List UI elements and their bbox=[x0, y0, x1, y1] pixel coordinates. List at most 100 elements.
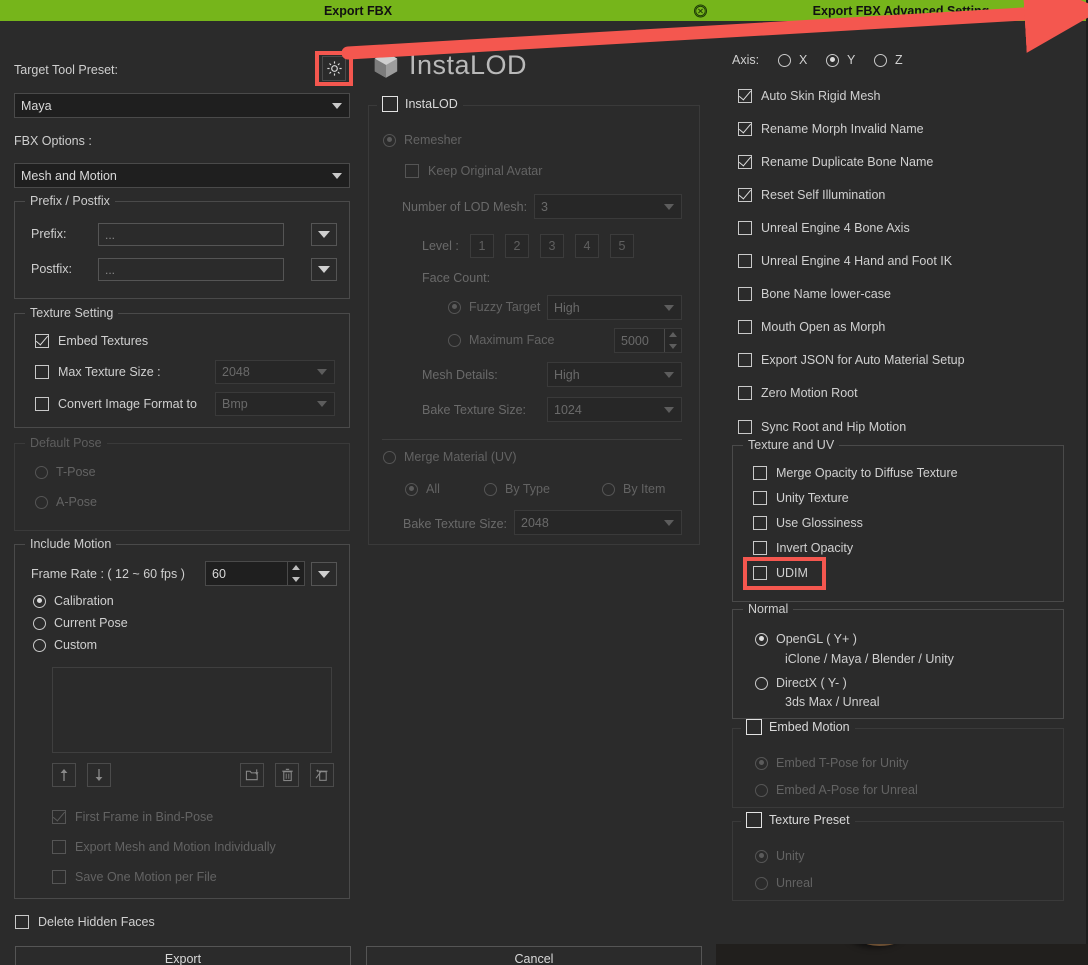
stepper-up[interactable] bbox=[288, 562, 304, 574]
prefix-dropdown-button[interactable] bbox=[311, 223, 337, 246]
postfix-input[interactable]: ... bbox=[98, 258, 284, 281]
texture-preset-checkbox[interactable] bbox=[746, 812, 762, 828]
lod-level-2-button[interactable]: 2 bbox=[505, 234, 529, 258]
maximum-face-input[interactable]: 5000 bbox=[614, 328, 682, 353]
convert-image-format-select[interactable]: Bmp bbox=[215, 392, 335, 416]
convert-image-format-value: Bmp bbox=[222, 397, 248, 411]
postfix-dropdown-button[interactable] bbox=[311, 258, 337, 281]
fbx-options-select[interactable]: Mesh and Motion bbox=[14, 163, 350, 188]
current-pose-radio[interactable]: Current Pose bbox=[33, 616, 128, 630]
reset-self-illumination-label: Reset Self Illumination bbox=[761, 188, 886, 202]
rename-morph-invalid-name-checkbox[interactable]: Rename Morph Invalid Name bbox=[738, 122, 924, 136]
prefix-input[interactable]: ... bbox=[98, 223, 284, 246]
max-texture-size-checkbox[interactable]: Max Texture Size : bbox=[35, 365, 161, 379]
lod-level-1-button[interactable]: 1 bbox=[470, 234, 494, 258]
stepper-down[interactable] bbox=[665, 341, 681, 353]
lod-level-5-button[interactable]: 5 bbox=[610, 234, 634, 258]
embed-textures-checkbox[interactable]: Embed Textures bbox=[35, 334, 148, 348]
motion-list[interactable] bbox=[52, 667, 332, 753]
axis-y-radio[interactable]: Y bbox=[826, 53, 855, 67]
frame-rate-input[interactable]: 60 bbox=[205, 561, 305, 586]
a-pose-radio[interactable]: A-Pose bbox=[35, 495, 97, 509]
merge-by-item-radio[interactable]: By Item bbox=[602, 482, 665, 496]
reset-self-illumination-checkbox[interactable]: Reset Self Illumination bbox=[738, 188, 885, 202]
radio-dot bbox=[383, 450, 396, 464]
keep-original-avatar-checkbox[interactable]: Keep Original Avatar bbox=[405, 164, 542, 178]
mesh-details-select[interactable]: High bbox=[547, 362, 682, 387]
merge-all-radio[interactable]: All bbox=[405, 482, 440, 496]
texture-preset-unreal-radio[interactable]: Unreal bbox=[755, 876, 813, 890]
remesher-label: Remesher bbox=[404, 133, 462, 147]
unreal-engine-4-bone-axis-checkbox[interactable]: Unreal Engine 4 Bone Axis bbox=[738, 221, 910, 235]
bake-texture-size-1-select[interactable]: 1024 bbox=[547, 397, 682, 422]
lod-level-3-label: 3 bbox=[548, 239, 556, 253]
save-one-motion-per-file-checkbox[interactable]: Save One Motion per File bbox=[52, 870, 217, 884]
unity-texture-checkbox[interactable]: Unity Texture bbox=[753, 491, 849, 505]
clear-all-icon[interactable] bbox=[310, 763, 334, 787]
move-down-icon[interactable] bbox=[87, 763, 111, 787]
frame-rate-stepper[interactable] bbox=[287, 562, 304, 585]
instalod-enable-checkbox[interactable] bbox=[382, 96, 398, 112]
first-frame-bind-pose-checkbox[interactable]: First Frame in Bind-Pose bbox=[52, 810, 213, 824]
export-mesh-motion-individually-checkbox[interactable]: Export Mesh and Motion Individually bbox=[52, 840, 276, 854]
udim-checkbox[interactable]: UDIM bbox=[753, 566, 808, 580]
fuzzy-target-select[interactable]: High bbox=[547, 295, 682, 320]
udim-label: UDIM bbox=[776, 566, 808, 580]
sync-root-and-hip-motion-checkbox[interactable]: Sync Root and Hip Motion bbox=[738, 420, 906, 434]
bone-name-lower-case-checkbox[interactable]: Bone Name lower-case bbox=[738, 287, 891, 301]
preset-select[interactable]: Maya bbox=[14, 93, 350, 118]
stepper-up[interactable] bbox=[665, 329, 681, 341]
normal-opengl-radio[interactable]: OpenGL ( Y+ ) bbox=[755, 632, 857, 646]
lod-level-5-label: 5 bbox=[618, 239, 626, 253]
invert-opacity-checkbox[interactable]: Invert Opacity bbox=[753, 541, 853, 555]
close-circle-icon[interactable] bbox=[694, 4, 707, 17]
merge-material-uv-radio[interactable]: Merge Material (UV) bbox=[383, 450, 517, 464]
embed-a-pose-unreal-radio[interactable]: Embed A-Pose for Unreal bbox=[755, 783, 918, 797]
convert-image-format-checkbox[interactable]: Convert Image Format to bbox=[35, 397, 197, 411]
lod-level-3-button[interactable]: 3 bbox=[540, 234, 564, 258]
export-json-auto-material-setup-checkbox[interactable]: Export JSON for Auto Material Setup bbox=[738, 353, 965, 367]
delete-hidden-faces-checkbox[interactable]: Delete Hidden Faces bbox=[15, 915, 155, 929]
close-circle-icon[interactable] bbox=[1064, 4, 1077, 17]
load-motion-icon[interactable] bbox=[240, 763, 264, 787]
texture-preset-title-wrap: Texture Preset bbox=[741, 812, 855, 828]
axis-x-radio[interactable]: X bbox=[778, 53, 807, 67]
max-texture-size-select[interactable]: 2048 bbox=[215, 360, 335, 384]
axis-label: Axis: bbox=[732, 53, 760, 67]
embed-motion-checkbox[interactable] bbox=[746, 719, 762, 735]
bake-texture-size-2-select[interactable]: 2048 bbox=[514, 510, 682, 535]
fuzzy-target-radio[interactable]: Fuzzy Target bbox=[448, 300, 540, 314]
axis-z-radio[interactable]: Z bbox=[874, 53, 903, 67]
calibration-label: Calibration bbox=[54, 594, 114, 608]
texture-preset-unity-radio[interactable]: Unity bbox=[755, 849, 804, 863]
export-button[interactable]: Export bbox=[15, 946, 351, 965]
merge-by-type-radio[interactable]: By Type bbox=[484, 482, 550, 496]
texture-preset-title: Texture Preset bbox=[769, 813, 850, 827]
delete-icon[interactable] bbox=[275, 763, 299, 787]
maximum-face-stepper[interactable] bbox=[664, 329, 681, 352]
move-up-icon[interactable] bbox=[52, 763, 76, 787]
merge-opacity-to-diffuse-texture-checkbox[interactable]: Merge Opacity to Diffuse Texture bbox=[753, 466, 958, 480]
checkbox-box bbox=[738, 420, 752, 434]
maximum-face-radio[interactable]: Maximum Face bbox=[448, 333, 554, 347]
gear-icon[interactable] bbox=[322, 56, 346, 81]
number-of-lod-mesh-select[interactable]: 3 bbox=[534, 194, 682, 219]
custom-radio[interactable]: Custom bbox=[33, 638, 97, 652]
cancel-button[interactable]: Cancel bbox=[366, 946, 702, 965]
unreal-engine-4-hand-foot-ik-checkbox[interactable]: Unreal Engine 4 Hand and Foot IK bbox=[738, 254, 952, 268]
normal-directx-radio[interactable]: DirectX ( Y- ) bbox=[755, 676, 847, 690]
use-glossiness-checkbox[interactable]: Use Glossiness bbox=[753, 516, 863, 530]
stepper-down[interactable] bbox=[288, 574, 304, 586]
frame-rate-dropdown-button[interactable] bbox=[311, 562, 337, 586]
calibration-radio[interactable]: Calibration bbox=[33, 594, 114, 608]
chevron-down-icon bbox=[332, 102, 342, 109]
mouth-open-as-morph-checkbox[interactable]: Mouth Open as Morph bbox=[738, 320, 885, 334]
remesher-radio[interactable]: Remesher bbox=[383, 133, 462, 147]
rename-duplicate-bone-name-checkbox[interactable]: Rename Duplicate Bone Name bbox=[738, 155, 933, 169]
zero-motion-root-checkbox[interactable]: Zero Motion Root bbox=[738, 386, 858, 400]
lod-level-4-button[interactable]: 4 bbox=[575, 234, 599, 258]
embed-t-pose-unity-radio[interactable]: Embed T-Pose for Unity bbox=[755, 756, 908, 770]
auto-skin-rigid-mesh-checkbox[interactable]: Auto Skin Rigid Mesh bbox=[738, 89, 881, 103]
merge-material-uv-label: Merge Material (UV) bbox=[404, 450, 517, 464]
t-pose-radio[interactable]: T-Pose bbox=[35, 465, 96, 479]
